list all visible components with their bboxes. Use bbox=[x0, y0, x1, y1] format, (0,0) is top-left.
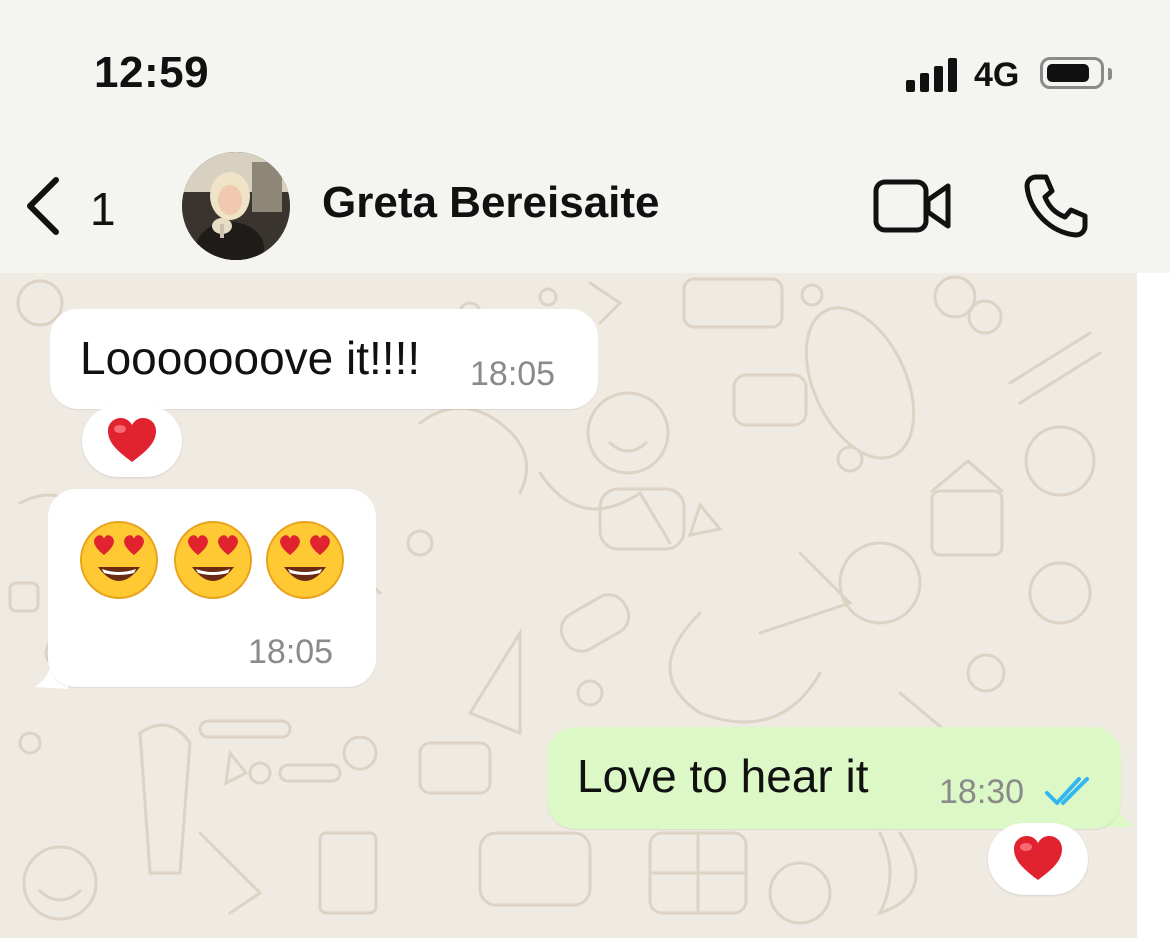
heart-eyes-emoji bbox=[80, 521, 158, 599]
back-button[interactable]: 1 bbox=[22, 172, 132, 242]
chat-header: 1 Greta Bereisaite bbox=[0, 140, 1170, 273]
heart-eyes-emoji bbox=[174, 521, 252, 599]
unread-count: 1 bbox=[90, 183, 116, 235]
status-bar: 12:59 4G bbox=[0, 0, 1170, 140]
heart-emoji-icon bbox=[1014, 836, 1062, 880]
outgoing-message[interactable]: Love to hear it 18:30 bbox=[547, 727, 1121, 829]
status-time: 12:59 bbox=[94, 48, 210, 97]
heart-emoji-icon bbox=[108, 418, 156, 462]
avatar-photo bbox=[182, 152, 290, 260]
contact-avatar[interactable] bbox=[182, 152, 290, 260]
message-text: Looooooove it!!!! bbox=[80, 332, 421, 384]
network-type: 4G bbox=[974, 56, 1020, 94]
message-reaction[interactable] bbox=[82, 405, 182, 477]
video-call-button[interactable] bbox=[872, 178, 954, 234]
contact-name[interactable]: Greta Bereisaite bbox=[322, 178, 660, 228]
double-check-read-icon bbox=[1045, 777, 1089, 805]
incoming-emoji-message[interactable]: 18:05 bbox=[48, 489, 376, 687]
video-camera-icon bbox=[873, 179, 951, 233]
message-timestamp: 18:05 bbox=[470, 355, 556, 393]
phone-icon bbox=[1024, 174, 1088, 238]
message-timestamp: 18:05 bbox=[248, 633, 334, 671]
message-reaction[interactable] bbox=[988, 823, 1088, 895]
chat-screen: 12:59 4G 1 Greta Bereisaite Looooooove i… bbox=[0, 0, 1170, 938]
scroll-gutter bbox=[1137, 273, 1170, 938]
heart-eyes-emoji bbox=[266, 521, 344, 599]
incoming-message[interactable]: Looooooove it!!!! 18:05 bbox=[50, 309, 598, 409]
battery-icon bbox=[1040, 57, 1104, 89]
chevron-left-icon bbox=[27, 177, 59, 235]
voice-call-button[interactable] bbox=[1022, 172, 1090, 240]
battery-level bbox=[1047, 64, 1089, 82]
battery-tip bbox=[1108, 68, 1112, 80]
message-timestamp: 18:30 bbox=[939, 773, 1025, 811]
cellular-signal-icon bbox=[906, 56, 960, 92]
message-text: Love to hear it bbox=[577, 750, 869, 802]
message-list[interactable]: Looooooove it!!!! 18:05 18:05 Love to he… bbox=[0, 273, 1137, 938]
